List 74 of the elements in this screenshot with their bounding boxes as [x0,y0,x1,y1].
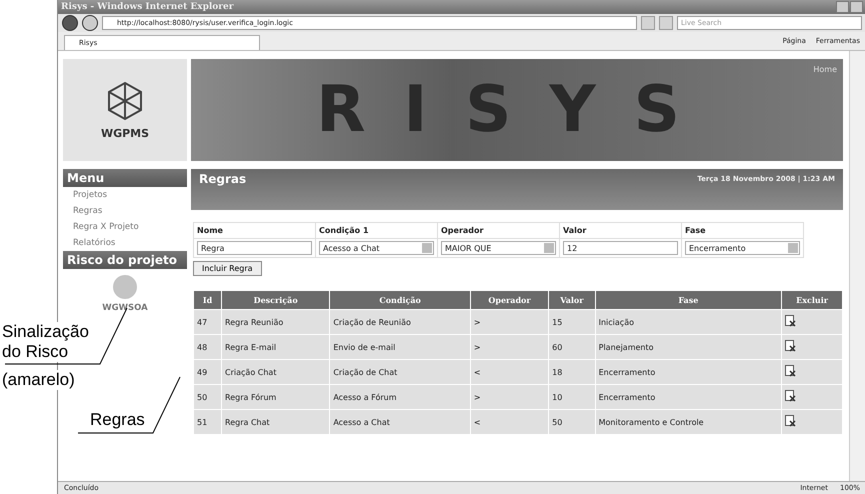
table-cell: > [470,310,548,334]
table-cell: Regra E-mail [222,335,330,359]
dropdown-icon [788,243,798,253]
dropdown-icon [544,243,554,253]
field-label: Nome [194,222,316,238]
select-field[interactable]: MAIOR QUE [441,241,556,255]
minimize-button[interactable] [836,1,849,13]
menu-item[interactable]: Regra X Projeto [63,219,187,235]
table-cell: Planejamento [596,335,782,359]
table-cell: 60 [549,335,595,359]
column-header: Descrição [222,291,330,309]
forward-button[interactable] [82,15,98,31]
delete-icon[interactable] [785,315,796,327]
column-header: Excluir [782,291,842,309]
annotation-text: (amarelo) [2,370,75,390]
add-rule-button[interactable]: Incluir Regra [193,261,262,276]
cube-logo-icon [105,80,145,120]
table-cell: 47 [194,310,222,334]
input-field[interactable]: Regra [197,241,312,255]
delete-icon[interactable] [785,415,796,427]
table-cell: 49 [194,360,222,384]
column-header: Operador [470,291,548,309]
select-field[interactable]: Acesso a Chat [319,241,434,255]
column-header: Valor [549,291,595,309]
table-cell: Criação de Chat [330,360,470,384]
table-cell: Acesso a Fórum [330,385,470,409]
maximize-button[interactable] [850,1,863,13]
table-cell: 48 [194,335,222,359]
table-cell: < [470,360,548,384]
field-label: Operador [438,222,560,238]
dropdown-icon [422,243,432,253]
table-cell: Iniciação [596,310,782,334]
table-cell: Encerramento [596,360,782,384]
logo-text: WGPMS [100,126,150,140]
column-header: Fase [596,291,782,309]
window-title: Risys - Windows Internet Explorer [61,2,234,12]
table-cell: 15 [549,310,595,334]
input-field[interactable]: 12 [563,241,678,255]
table-cell: Criação Chat [222,360,330,384]
menu-heading: Menu [63,169,187,187]
table-cell: 51 [194,410,222,434]
column-header: Condição [330,291,470,309]
table-cell: Acesso a Chat [330,410,470,434]
page-title: Regras [199,172,246,188]
back-button[interactable] [62,15,78,31]
table-cell: Criação de Reunião [330,310,470,334]
table-cell: Regra Chat [222,410,330,434]
table-cell: 10 [549,385,595,409]
table-cell: Monitoramento e Controle [596,410,782,434]
field-label: Fase [682,222,804,238]
select-field[interactable]: Encerramento [685,241,800,255]
table-cell: Regra Fórum [222,385,330,409]
field-label: Condição 1 [316,222,438,238]
menu-item[interactable]: Regras [63,203,187,219]
delete-icon[interactable] [785,340,796,352]
menu-item[interactable]: Projetos [63,187,187,203]
banner-title: RISYS [316,73,718,147]
table-cell: > [470,385,548,409]
table-cell: 50 [194,385,222,409]
field-label: Valor [560,222,682,238]
column-header: Id [194,291,222,309]
menu-item[interactable]: Relatórios [63,235,187,251]
table-cell: < [470,410,548,434]
project-name: WGWSOA [102,303,148,313]
table-cell: Encerramento [596,385,782,409]
table-cell: 50 [549,410,595,434]
table-cell: 18 [549,360,595,384]
delete-icon[interactable] [785,390,796,402]
table-cell: > [470,335,548,359]
table-cell: Regra Reunião [222,310,330,334]
table-cell: Envio de e-mail [330,335,470,359]
delete-icon[interactable] [785,365,796,377]
annotation-text: Regras [90,410,145,430]
risk-heading: Risco do projeto [63,251,187,269]
